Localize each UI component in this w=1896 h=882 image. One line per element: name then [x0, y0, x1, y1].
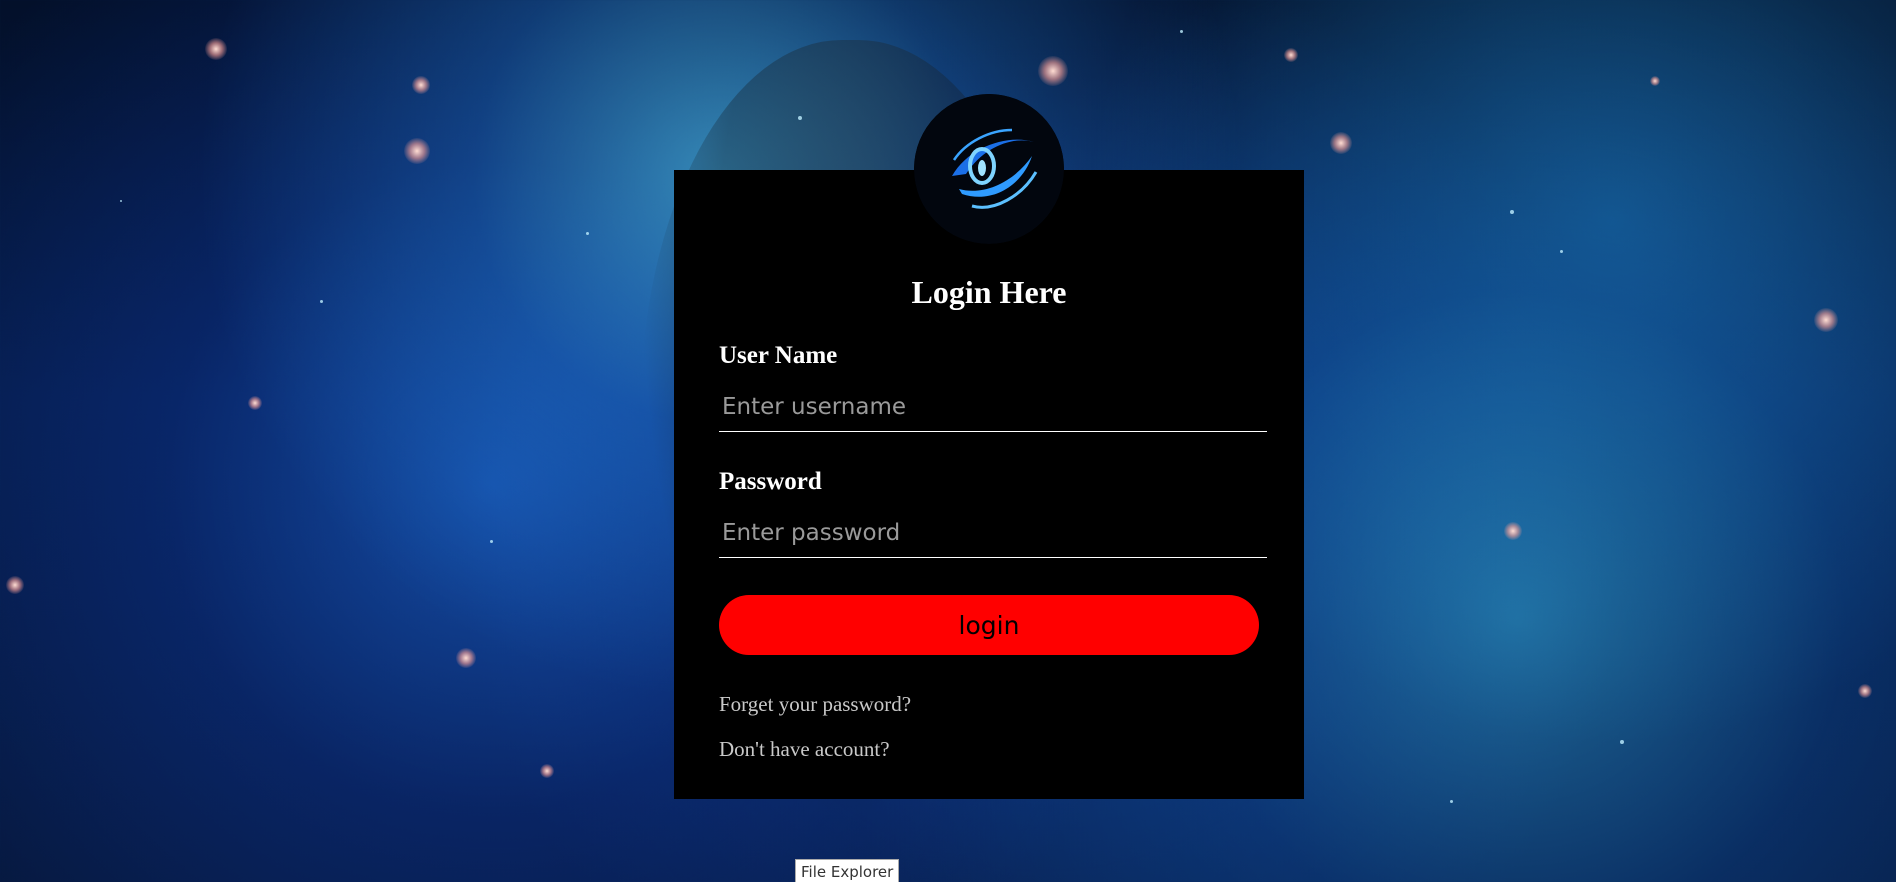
star	[1814, 308, 1838, 332]
star-dust	[1560, 250, 1563, 253]
star	[404, 138, 430, 164]
star-dust	[320, 300, 323, 303]
logo-avatar	[914, 94, 1064, 244]
star	[6, 576, 24, 594]
login-button[interactable]: login	[719, 595, 1259, 655]
star	[1650, 76, 1660, 86]
star-dust	[586, 232, 589, 235]
star	[540, 764, 554, 778]
password-label: Password	[719, 468, 822, 495]
star-dust	[120, 200, 122, 202]
star	[1504, 522, 1522, 540]
star	[456, 648, 476, 668]
blue-eye-logo-icon	[914, 94, 1064, 244]
star	[248, 396, 262, 410]
star-dust	[490, 540, 493, 543]
star	[1284, 48, 1298, 62]
star-dust	[1180, 30, 1183, 33]
username-label: User Name	[719, 342, 838, 369]
forgot-password-link[interactable]: Forget your password?	[719, 692, 911, 717]
star-dust	[1510, 210, 1514, 214]
star	[412, 76, 430, 94]
username-input[interactable]	[719, 387, 1267, 432]
register-link[interactable]: Don't have account?	[719, 737, 890, 762]
star	[1038, 56, 1068, 86]
star-dust	[1620, 740, 1624, 744]
star	[1858, 684, 1872, 698]
login-title: Login Here	[911, 274, 1067, 310]
password-input[interactable]	[719, 513, 1267, 558]
file-explorer-tooltip: File Explorer	[795, 859, 900, 882]
star	[205, 38, 227, 60]
login-card: Login Here User Name Password login Forg…	[674, 170, 1304, 799]
star	[1330, 132, 1352, 154]
star-dust	[1450, 800, 1453, 803]
star-dust	[798, 116, 802, 120]
